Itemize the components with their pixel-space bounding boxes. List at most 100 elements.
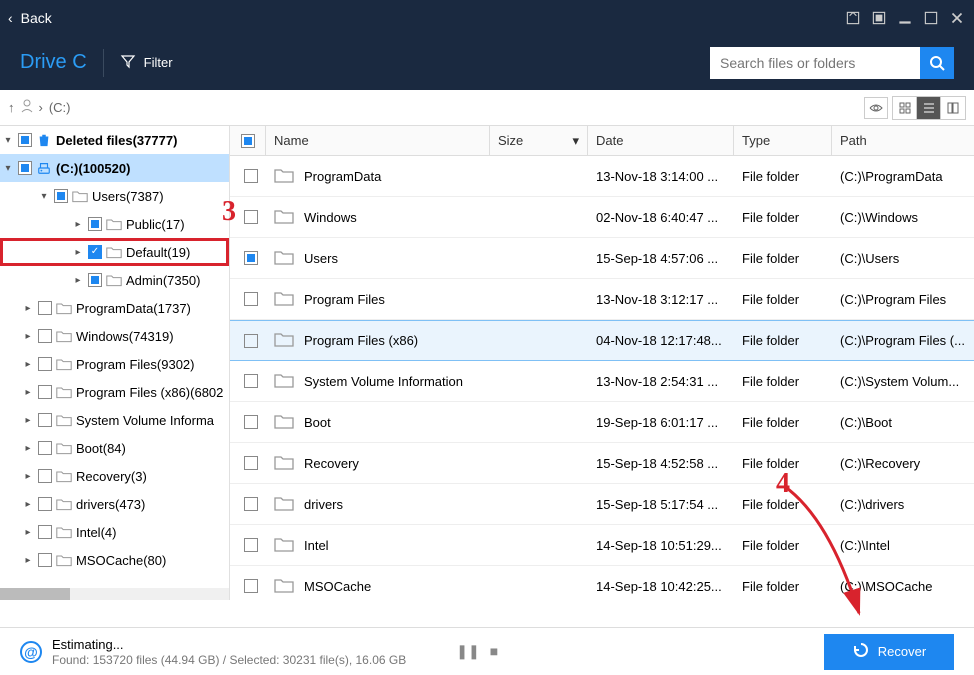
tree-checkbox[interactable] bbox=[18, 161, 32, 175]
row-checkbox[interactable] bbox=[244, 497, 258, 511]
expand-chevron-icon[interactable]: ▸ bbox=[22, 415, 34, 426]
tree-checkbox[interactable] bbox=[18, 133, 32, 147]
pause-button[interactable]: ❚❚ bbox=[456, 643, 479, 660]
expand-chevron-icon[interactable]: ▸ bbox=[22, 555, 34, 566]
window-icon-2[interactable] bbox=[870, 9, 888, 27]
expand-chevron-icon[interactable]: ▸ bbox=[22, 499, 34, 510]
row-checkbox[interactable] bbox=[244, 210, 258, 224]
expand-chevron-icon[interactable]: ▸ bbox=[22, 443, 34, 454]
view-grid-button[interactable] bbox=[893, 97, 917, 119]
tree-checkbox[interactable] bbox=[38, 301, 52, 315]
row-checkbox[interactable] bbox=[244, 292, 258, 306]
folder-icon bbox=[274, 413, 294, 432]
file-row[interactable]: Boot 19-Sep-18 6:01:17 ... File folder (… bbox=[230, 402, 974, 443]
close-icon[interactable] bbox=[948, 9, 966, 27]
tree-item-9[interactable]: ▸ Boot(84) bbox=[0, 434, 229, 462]
expand-chevron-icon[interactable]: ▾ bbox=[2, 135, 14, 146]
back-button[interactable]: Back bbox=[21, 10, 52, 26]
tree-item-2-icon bbox=[106, 245, 122, 259]
tree-item-0-icon bbox=[72, 189, 88, 203]
row-checkbox[interactable] bbox=[244, 456, 258, 470]
tree-checkbox[interactable] bbox=[38, 413, 52, 427]
tree-checkbox[interactable] bbox=[38, 357, 52, 371]
recover-button[interactable]: Recover bbox=[824, 634, 954, 670]
tree-item-5[interactable]: ▸ Windows(74319) bbox=[0, 322, 229, 350]
user-crumb-icon[interactable] bbox=[21, 99, 33, 116]
file-row[interactable]: System Volume Information 13-Nov-18 2:54… bbox=[230, 361, 974, 402]
window-icon-1[interactable] bbox=[844, 9, 862, 27]
tree-item-11[interactable]: ▸ drivers(473) bbox=[0, 490, 229, 518]
tree-item-1[interactable]: ▸ Public(17) bbox=[0, 210, 229, 238]
expand-chevron-icon[interactable]: ▸ bbox=[72, 219, 84, 230]
tree-item-6[interactable]: ▸ Program Files(9302) bbox=[0, 350, 229, 378]
header-checkbox[interactable] bbox=[241, 134, 255, 148]
breadcrumb-path[interactable]: (C:) bbox=[49, 100, 71, 115]
expand-chevron-icon[interactable]: ▸ bbox=[72, 275, 84, 286]
tree-item-0[interactable]: ▾ Users(7387) bbox=[0, 182, 229, 210]
tree-item-2[interactable]: ▸ Default(19) bbox=[0, 238, 229, 266]
tree-checkbox[interactable] bbox=[88, 273, 102, 287]
expand-chevron-icon[interactable]: ▸ bbox=[22, 359, 34, 370]
row-checkbox[interactable] bbox=[244, 374, 258, 388]
deleted-files-node[interactable]: ▾ Deleted files(37777) bbox=[0, 126, 229, 154]
row-checkbox[interactable] bbox=[244, 251, 258, 265]
row-checkbox[interactable] bbox=[244, 538, 258, 552]
maximize-icon[interactable] bbox=[922, 9, 940, 27]
tree-item-4[interactable]: ▸ ProgramData(1737) bbox=[0, 294, 229, 322]
up-arrow-icon[interactable]: ↑ bbox=[8, 100, 15, 115]
tree-item-12[interactable]: ▸ Intel(4) bbox=[0, 518, 229, 546]
file-row[interactable]: Users 15-Sep-18 4:57:06 ... File folder … bbox=[230, 238, 974, 279]
expand-chevron-icon[interactable]: ▸ bbox=[22, 303, 34, 314]
tree-checkbox[interactable] bbox=[38, 469, 52, 483]
row-checkbox[interactable] bbox=[244, 334, 258, 348]
tree-checkbox[interactable] bbox=[54, 189, 68, 203]
tree-item-10-icon bbox=[56, 469, 72, 483]
file-row[interactable]: ProgramData 13-Nov-18 3:14:00 ... File f… bbox=[230, 156, 974, 197]
column-name[interactable]: Name bbox=[266, 126, 490, 155]
file-row[interactable]: Windows 02-Nov-18 6:40:47 ... File folde… bbox=[230, 197, 974, 238]
tree-item-7[interactable]: ▸ Program Files (x86)(6802 bbox=[0, 378, 229, 406]
filter-button[interactable]: Filter bbox=[120, 53, 173, 72]
expand-chevron-icon[interactable]: ▸ bbox=[22, 527, 34, 538]
expand-chevron-icon[interactable]: ▸ bbox=[22, 471, 34, 482]
column-path[interactable]: Path bbox=[832, 126, 974, 155]
view-detail-button[interactable] bbox=[941, 97, 965, 119]
search-button[interactable] bbox=[920, 47, 954, 79]
header-checkbox-cell[interactable] bbox=[230, 126, 266, 155]
column-date[interactable]: Date bbox=[588, 126, 734, 155]
expand-chevron-icon[interactable]: ▾ bbox=[38, 191, 50, 202]
preview-toggle-button[interactable] bbox=[864, 97, 888, 119]
search-input[interactable] bbox=[710, 47, 920, 79]
tree-checkbox[interactable] bbox=[38, 441, 52, 455]
tree-checkbox[interactable] bbox=[38, 553, 52, 567]
tree-checkbox[interactable] bbox=[38, 385, 52, 399]
file-row[interactable]: Program Files (x86) 04-Nov-18 12:17:48..… bbox=[230, 320, 974, 361]
stop-button[interactable]: ■ bbox=[490, 643, 498, 660]
expand-chevron-icon[interactable]: ▸ bbox=[72, 247, 84, 258]
back-chevron-icon[interactable]: ‹ bbox=[8, 10, 13, 26]
row-checkbox[interactable] bbox=[244, 579, 258, 593]
tree-scrollbar[interactable] bbox=[0, 588, 229, 600]
file-type: File folder bbox=[734, 292, 832, 307]
tree-checkbox[interactable] bbox=[88, 217, 102, 231]
column-size[interactable]: Size▾ bbox=[490, 126, 588, 155]
tree-item-3[interactable]: ▸ Admin(7350) bbox=[0, 266, 229, 294]
tree-checkbox[interactable] bbox=[88, 245, 102, 259]
view-list-button[interactable] bbox=[917, 97, 941, 119]
tree-item-10[interactable]: ▸ Recovery(3) bbox=[0, 462, 229, 490]
tree-label: Admin(7350) bbox=[126, 273, 200, 288]
file-row[interactable]: Program Files 13-Nov-18 3:12:17 ... File… bbox=[230, 279, 974, 320]
tree-checkbox[interactable] bbox=[38, 525, 52, 539]
tree-checkbox[interactable] bbox=[38, 497, 52, 511]
drive-root-node[interactable]: ▾ (C:)(100520) bbox=[0, 154, 229, 182]
row-checkbox[interactable] bbox=[244, 169, 258, 183]
row-checkbox[interactable] bbox=[244, 415, 258, 429]
tree-checkbox[interactable] bbox=[38, 329, 52, 343]
expand-chevron-icon[interactable]: ▸ bbox=[22, 331, 34, 342]
tree-item-13[interactable]: ▸ MSOCache(80) bbox=[0, 546, 229, 574]
expand-chevron-icon[interactable]: ▾ bbox=[2, 163, 14, 174]
minimize-icon[interactable] bbox=[896, 9, 914, 27]
tree-item-8[interactable]: ▸ System Volume Informa bbox=[0, 406, 229, 434]
expand-chevron-icon[interactable]: ▸ bbox=[22, 387, 34, 398]
column-type[interactable]: Type bbox=[734, 126, 832, 155]
